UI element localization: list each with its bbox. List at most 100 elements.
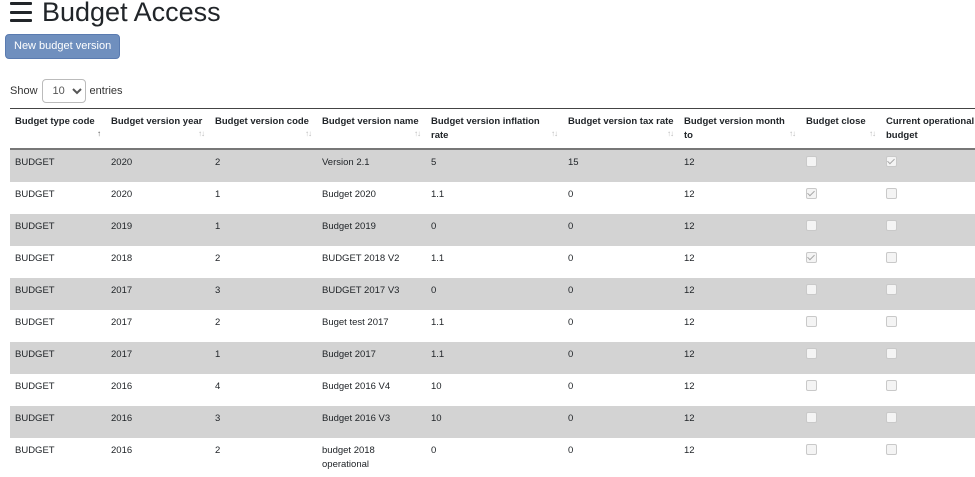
table-row[interactable]: BUDGET 2017 1 Budget 2017 1.1 0 12 [10,342,975,374]
table-row[interactable]: BUDGET 2016 3 Budget 2016 V3 10 0 12 [10,406,975,438]
current-operational-budget-checkbox[interactable] [886,220,897,231]
page-title: Budget Access [42,0,221,27]
tax-rate-cell: 0 [563,438,679,476]
entries-per-page-select[interactable]: 10 [41,79,86,103]
budget-version-name-cell: budget 2018 operational [317,438,426,476]
current-operational-budget-checkbox[interactable] [886,348,897,359]
column-header-label: Budget version inflation rate [431,116,540,141]
budget-close-checkbox[interactable] [806,444,817,455]
current-operational-budget-cell [881,246,975,278]
column-header-current-operational-budget[interactable]: Current operational budget [881,108,975,150]
hamburger-menu-icon[interactable] [10,2,32,22]
budget-version-year-cell: 2017 [106,278,210,310]
month-to-cell: 12 [679,374,801,406]
current-operational-budget-checkbox[interactable] [886,252,897,263]
tax-rate-cell: 0 [563,406,679,438]
budget-version-name-cell: Budget 2020 [317,182,426,214]
current-operational-budget-checkbox[interactable] [886,412,897,423]
tax-rate-cell: 0 [563,342,679,374]
budget-version-year-cell: 2016 [106,406,210,438]
sort-ascending-icon: ↑ [97,129,101,138]
budget-close-cell [801,246,881,278]
table-row[interactable]: BUDGET 2017 3 BUDGET 2017 V3 0 0 12 [10,278,975,310]
sort-icon: ↑↓ [414,129,421,138]
inflation-rate-cell: 1.1 [426,246,563,278]
budget-version-name-cell: Buget test 2017 [317,310,426,342]
column-header-budget-version-name[interactable]: Budget version name ↑↓ [317,108,426,150]
budget-version-year-cell: 2020 [106,182,210,214]
budget-close-checkbox[interactable] [806,348,817,359]
budget-type-code-cell: BUDGET [10,342,106,374]
budget-close-cell [801,374,881,406]
column-header-month-to[interactable]: Budget version month to ↑↓ [679,108,801,150]
budget-type-code-cell: BUDGET [10,374,106,406]
budget-close-checkbox[interactable] [806,188,817,199]
column-header-budget-type-code[interactable]: Budget type code ↑ [10,108,106,150]
table-row[interactable]: BUDGET 2019 1 Budget 2019 0 0 12 [10,214,975,246]
table-row[interactable]: BUDGET 2018 2 BUDGET 2018 V2 1.1 0 12 [10,246,975,278]
budget-close-checkbox[interactable] [806,380,817,391]
current-operational-budget-cell [881,406,975,438]
budget-close-cell [801,406,881,438]
table-row[interactable]: BUDGET 2017 2 Buget test 2017 1.1 0 12 [10,310,975,342]
inflation-rate-cell: 1.1 [426,310,563,342]
column-header-tax-rate[interactable]: Budget version tax rate ↑↓ [563,108,679,150]
budget-type-code-cell: BUDGET [10,278,106,310]
budget-close-cell [801,278,881,310]
current-operational-budget-cell [881,278,975,310]
current-operational-budget-checkbox[interactable] [886,188,897,199]
budget-close-checkbox[interactable] [806,412,817,423]
sort-icon: ↑↓ [789,129,796,138]
sort-icon: ↑↓ [551,129,558,138]
budget-versions-table: Budget type code ↑ Budget version year ↑↓ … [10,108,975,476]
month-to-cell: 12 [679,278,801,310]
budget-close-cell [801,310,881,342]
table-row[interactable]: BUDGET 2020 1 Budget 2020 1.1 0 12 [10,182,975,214]
budget-type-code-cell: BUDGET [10,182,106,214]
table-row[interactable]: BUDGET 2016 2 budget 2018 operational 0 0 12 [10,438,975,476]
current-operational-budget-checkbox[interactable] [886,380,897,391]
budget-version-name-cell: Budget 2019 [317,214,426,246]
column-header-budget-close[interactable]: Budget close ↑↓ [801,108,881,150]
budget-version-year-cell: 2017 [106,310,210,342]
column-header-budget-version-code[interactable]: Budget version code ↑↓ [210,108,317,150]
current-operational-budget-checkbox[interactable] [886,444,897,455]
sort-icon: ↑↓ [305,129,312,138]
tax-rate-cell: 0 [563,278,679,310]
budget-close-checkbox[interactable] [806,284,817,295]
current-operational-budget-cell [881,310,975,342]
budget-version-name-cell: Version 2.1 [317,149,426,182]
budget-version-year-cell: 2016 [106,438,210,476]
budget-close-checkbox[interactable] [806,252,817,263]
column-header-inflation-rate[interactable]: Budget version inflation rate ↑↓ [426,108,563,150]
current-operational-budget-cell [881,149,975,182]
table-row[interactable]: BUDGET 2020 2 Version 2.1 5 15 12 [10,149,975,182]
current-operational-budget-checkbox[interactable] [886,284,897,295]
budget-version-code-cell: 2 [210,149,317,182]
budget-version-code-cell: 1 [210,342,317,374]
table-row[interactable]: BUDGET 2016 4 Budget 2016 V4 10 0 12 [10,374,975,406]
tax-rate-cell: 0 [563,246,679,278]
budget-version-code-cell: 4 [210,374,317,406]
current-operational-budget-checkbox[interactable] [886,156,897,167]
current-operational-budget-cell [881,374,975,406]
new-budget-version-button[interactable]: New budget version [5,34,121,59]
current-operational-budget-checkbox[interactable] [886,316,897,327]
inflation-rate-cell: 10 [426,406,563,438]
budget-close-cell [801,214,881,246]
column-header-label: Current operational budget [886,116,975,141]
budget-type-code-cell: BUDGET [10,149,106,182]
budget-close-checkbox[interactable] [806,156,817,167]
column-header-budget-version-year[interactable]: Budget version year ↑↓ [106,108,210,150]
budget-version-name-cell: Budget 2016 V4 [317,374,426,406]
inflation-rate-cell: 10 [426,374,563,406]
current-operational-budget-cell [881,182,975,214]
budget-close-checkbox[interactable] [806,316,817,327]
month-to-cell: 12 [679,214,801,246]
column-header-label: Budget version year [111,116,203,127]
month-to-cell: 12 [679,438,801,476]
column-header-label: Budget close [806,116,866,127]
budget-version-name-cell: Budget 2017 [317,342,426,374]
month-to-cell: 12 [679,149,801,182]
budget-close-checkbox[interactable] [806,220,817,231]
